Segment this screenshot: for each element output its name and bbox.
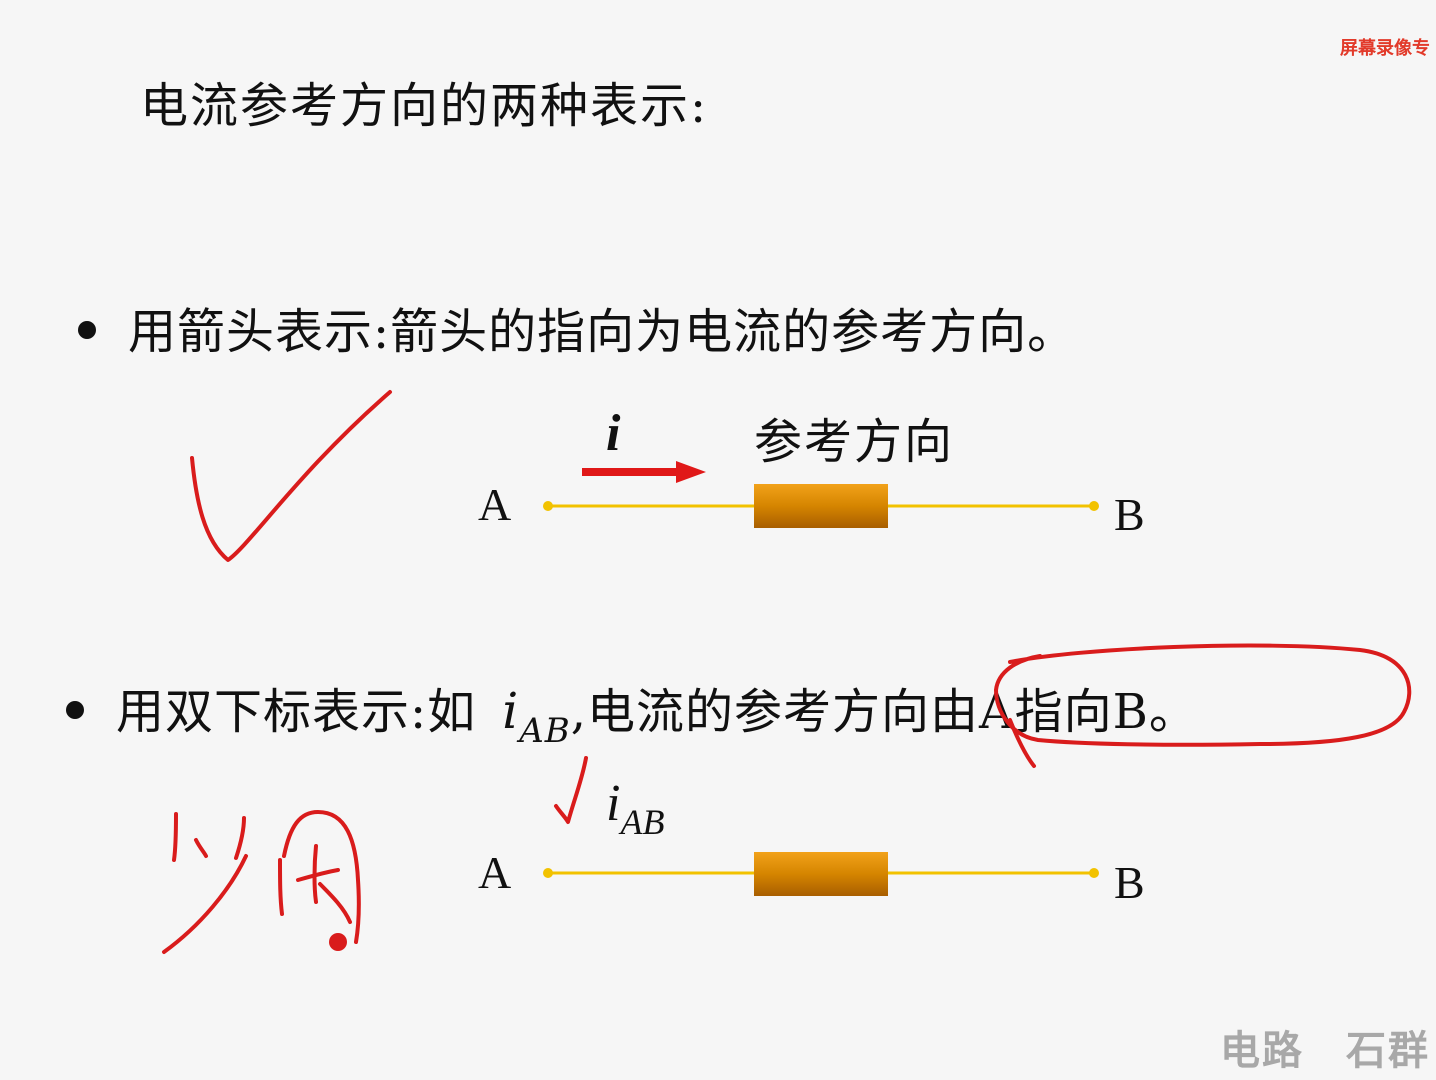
circle-annotation [994,643,1412,768]
diagram-graphics [162,390,1412,954]
reference-arrow [582,461,706,483]
small-checkmark [554,756,588,824]
slide: 屏幕录像专 电流参考方向的两种表示: 用箭头表示:箭头的指向为电流的参考方向。 … [0,0,1436,1080]
terminal-b-dot [1089,501,1099,511]
terminal-a-dot [543,868,553,878]
handwritten-characters [162,810,361,954]
resistor-top [754,484,888,528]
terminal-a-dot [543,501,553,511]
ink-dot [329,933,347,951]
resistor-bottom [754,852,888,896]
terminal-b-dot [1089,868,1099,878]
footer-credit: 电路 石群 [1220,1027,1430,1074]
big-checkmark [190,390,392,562]
